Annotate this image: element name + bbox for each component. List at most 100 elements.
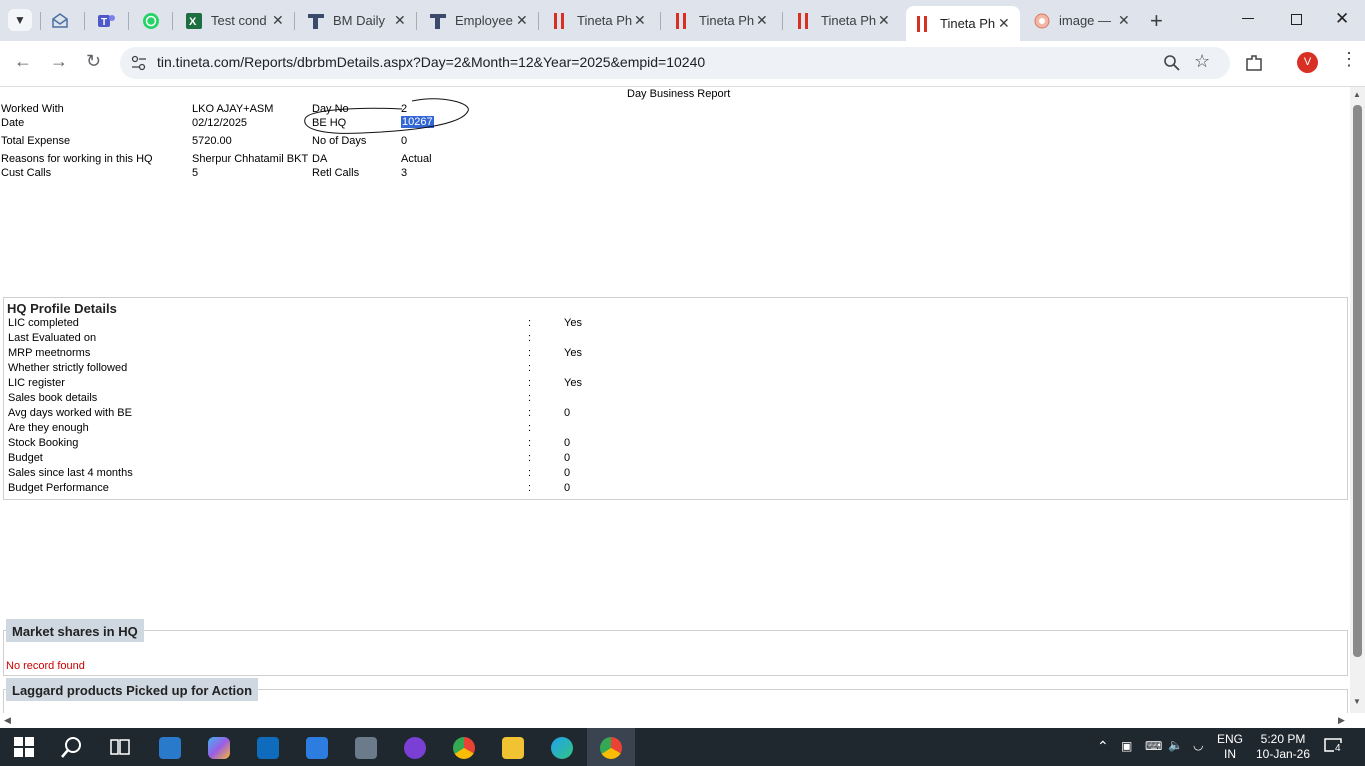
- minimize-button[interactable]: [1242, 18, 1254, 19]
- reasons-value: Sherpur Chhatamil BKT: [192, 153, 309, 165]
- tab-divider: [294, 12, 295, 30]
- tab-search-icon[interactable]: ▼: [8, 9, 32, 31]
- retl-calls-label: Retl Calls: [312, 167, 360, 179]
- file-explorer-icon[interactable]: [502, 737, 524, 759]
- volume-icon[interactable]: 🔈: [1168, 738, 1183, 752]
- teams-icon: T: [98, 14, 115, 28]
- scroll-right-icon[interactable]: ▶: [1338, 715, 1345, 726]
- scroll-left-icon[interactable]: ◀: [4, 715, 11, 726]
- close-tab-icon[interactable]: ✕: [394, 12, 406, 29]
- search-icon[interactable]: [60, 735, 84, 759]
- tab-tineta-2[interactable]: Tineta Ph ✕: [664, 0, 782, 41]
- hq-profile-panel: HQ Profile Details LIC completed: Yes Last…: [3, 297, 1348, 500]
- tab-divider: [40, 12, 41, 30]
- hq-row-label: Sales since last 4 months: [8, 467, 133, 479]
- chrome-active-icon[interactable]: [600, 737, 622, 759]
- hq-row-label: Budget Performance: [8, 482, 109, 494]
- hq-row-separator: :: [528, 422, 532, 434]
- tab-title: Tineta Ph: [577, 13, 633, 28]
- tab-mail[interactable]: [44, 0, 84, 41]
- edge-icon[interactable]: [551, 737, 573, 759]
- tineta-bars-icon: [798, 12, 808, 29]
- language-indicator[interactable]: ENG IN: [1217, 732, 1243, 762]
- clipchamp-icon[interactable]: [404, 737, 426, 759]
- input-keyboard-icon[interactable]: ⌨: [1145, 739, 1162, 753]
- tab-tineta-3[interactable]: Tineta Ph ✕: [786, 0, 904, 41]
- meet-now-icon[interactable]: ▣: [1121, 739, 1132, 753]
- tab-divider: [172, 12, 173, 30]
- worked-with-label: Worked With: [1, 103, 64, 115]
- horizontal-scrollbar[interactable]: ◀ ▶: [0, 713, 1350, 728]
- omnibox[interactable]: tin.tineta.com/Reports/dbrbmDetails.aspx…: [120, 47, 1230, 79]
- tab-title: Test cond: [211, 13, 267, 28]
- tab-employee[interactable]: Employee ✕: [420, 0, 538, 41]
- tineta-t-icon: [430, 13, 446, 29]
- close-tab-icon[interactable]: ✕: [634, 12, 646, 29]
- hq-row-label: LIC completed: [8, 317, 79, 329]
- show-hidden-icons-icon[interactable]: ⌃: [1097, 738, 1109, 755]
- calculator-icon[interactable]: [355, 737, 377, 759]
- vertical-scrollbar[interactable]: ▲ ▼: [1350, 87, 1365, 713]
- hq-row-label: Budget: [8, 452, 43, 464]
- tab-divider: [84, 12, 85, 30]
- tab-whatsapp[interactable]: [132, 0, 172, 41]
- tab-image[interactable]: image — ✕: [1026, 0, 1142, 41]
- chrome-icon[interactable]: [453, 737, 475, 759]
- close-tab-icon[interactable]: ✕: [998, 15, 1010, 32]
- hq-row-label: Are they enough: [8, 422, 89, 434]
- close-tab-icon[interactable]: ✕: [272, 12, 284, 29]
- bookmark-star-icon[interactable]: ☆: [1194, 51, 1210, 72]
- task-view-icon[interactable]: [110, 737, 130, 757]
- more-menu-icon[interactable]: ⋮: [1340, 49, 1358, 70]
- hq-row-separator: :: [528, 377, 532, 389]
- hq-row-value: 0: [564, 482, 571, 494]
- vscode-icon[interactable]: [159, 737, 181, 759]
- tab-tineta-1[interactable]: Tineta Ph ✕: [542, 0, 660, 41]
- new-tab-button[interactable]: +: [1150, 8, 1163, 34]
- close-tab-icon[interactable]: ✕: [516, 12, 528, 29]
- tineta-bars-icon: [917, 15, 927, 32]
- no-record-text: No record found: [6, 660, 85, 672]
- tab-tineta-active[interactable]: Tineta Ph ✕: [906, 6, 1020, 41]
- zoom-icon[interactable]: [1163, 54, 1181, 72]
- da-label: DA: [312, 153, 328, 165]
- restore-button[interactable]: [1291, 14, 1302, 25]
- close-tab-icon[interactable]: ✕: [1118, 12, 1130, 29]
- profile-avatar[interactable]: V: [1297, 52, 1318, 73]
- no-of-days-label: No of Days: [312, 135, 367, 147]
- tab-teams[interactable]: T: [88, 0, 128, 41]
- back-button[interactable]: ←: [14, 51, 32, 72]
- close-tab-icon[interactable]: ✕: [878, 12, 890, 29]
- scroll-down-icon[interactable]: ▼: [1353, 697, 1361, 706]
- hq-row-separator: :: [528, 317, 532, 329]
- extensions-icon[interactable]: [1244, 53, 1264, 73]
- tab-divider: [416, 12, 417, 30]
- forward-button[interactable]: →: [50, 51, 68, 72]
- hq-row-separator: :: [528, 407, 532, 419]
- no-of-days-value: 0: [401, 135, 408, 147]
- hq-row-value: Yes: [564, 317, 582, 329]
- tab-divider: [128, 12, 129, 30]
- copilot-icon[interactable]: [208, 737, 230, 759]
- site-settings-icon[interactable]: [130, 54, 148, 72]
- wifi-icon[interactable]: ◡: [1193, 738, 1203, 752]
- tab-test-cond[interactable]: X Test cond ✕: [176, 0, 294, 41]
- mail-icon: [52, 12, 68, 28]
- url-text[interactable]: tin.tineta.com/Reports/dbrbmDetails.aspx…: [157, 54, 705, 70]
- windows-start-icon[interactable]: [14, 737, 34, 757]
- store-icon[interactable]: [306, 737, 328, 759]
- scroll-up-icon[interactable]: ▲: [1353, 90, 1361, 99]
- scrollbar-thumb[interactable]: [1353, 105, 1362, 657]
- reload-button[interactable]: ↻: [86, 51, 101, 72]
- close-window-button[interactable]: ✕: [1335, 9, 1349, 29]
- notification-center-icon[interactable]: 4: [1324, 737, 1344, 755]
- tab-title: Tineta Ph: [940, 16, 996, 31]
- tab-bm-daily[interactable]: BM Daily ✕: [298, 0, 416, 41]
- close-tab-icon[interactable]: ✕: [756, 12, 768, 29]
- clock[interactable]: 5:20 PM 10-Jan-26: [1255, 732, 1311, 762]
- outlook-icon[interactable]: [257, 737, 279, 759]
- hq-row-separator: :: [528, 332, 532, 344]
- tab-divider: [782, 12, 783, 30]
- market-shares-heading: Market shares in HQ: [6, 619, 144, 642]
- hq-row-separator: :: [528, 452, 532, 464]
